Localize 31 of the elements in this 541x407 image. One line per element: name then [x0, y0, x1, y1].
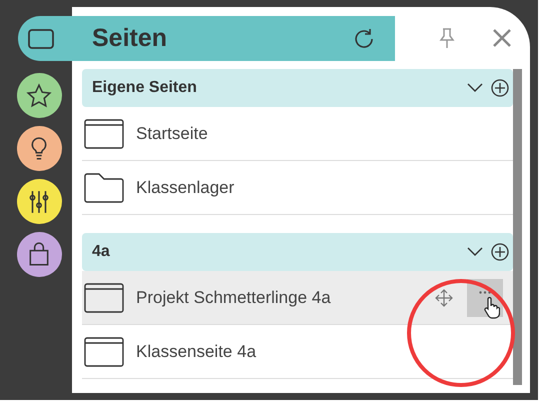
sidebar-button[interactable]: [16, 126, 62, 171]
page-title: Startseite: [136, 122, 209, 145]
panel-title: Seiten: [92, 22, 168, 54]
section-header[interactable]: Eigene Seiten: [82, 69, 513, 107]
page-icon: [84, 282, 124, 312]
sidebar-button[interactable]: [16, 73, 62, 118]
chevron-down-icon[interactable]: [467, 83, 483, 93]
pin-icon[interactable]: [438, 27, 456, 49]
sidebar-button[interactable]: [16, 232, 62, 277]
star-icon: [26, 82, 52, 108]
hand-cursor-icon: [484, 296, 500, 318]
add-icon[interactable]: [491, 79, 509, 97]
ellipsis-icon: [479, 290, 491, 294]
page-icon: [84, 118, 124, 148]
sidebar-button[interactable]: [16, 179, 62, 224]
page-list-item[interactable]: Projekt Schmetterlinge 4a: [82, 271, 513, 325]
page-title: Klassenseite 4a: [136, 340, 258, 363]
section-header[interactable]: 4a: [82, 233, 513, 271]
section-title: 4a: [92, 242, 111, 262]
close-icon[interactable]: [492, 28, 512, 48]
folder-icon: [84, 172, 124, 202]
move-icon[interactable]: [435, 288, 453, 306]
refresh-icon[interactable]: [353, 28, 375, 50]
page-icon: [84, 336, 124, 366]
page-title: Projekt Schmetterlinge 4a: [136, 286, 332, 309]
window-icon: [28, 28, 54, 48]
scrollbar[interactable]: [513, 69, 522, 385]
chevron-down-icon[interactable]: [467, 247, 483, 257]
section-title: Eigene Seiten: [92, 78, 198, 98]
add-icon[interactable]: [491, 243, 509, 261]
page-title: Klassenlager: [136, 176, 236, 199]
